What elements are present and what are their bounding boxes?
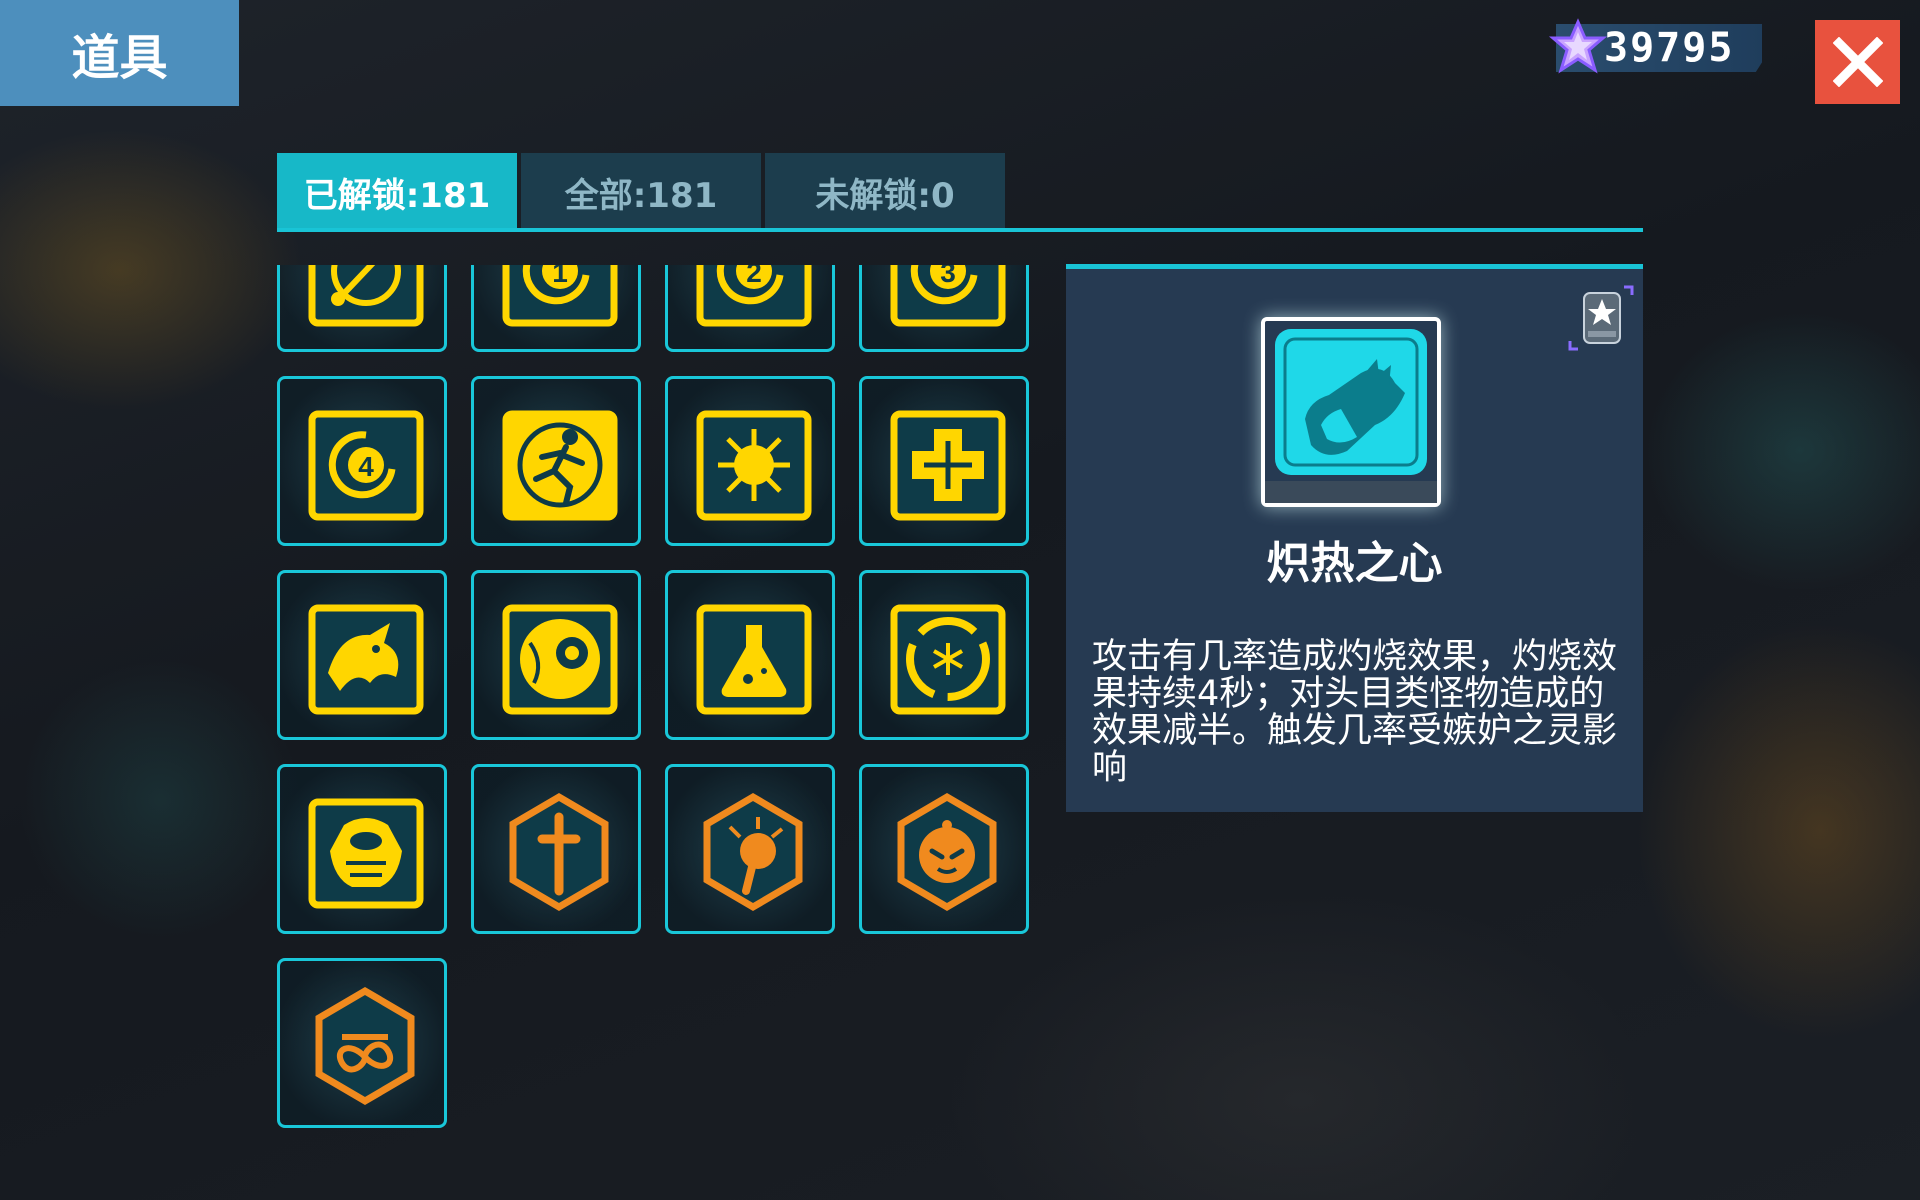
- armor-torso-icon: [308, 798, 424, 909]
- detail-item-frame: [1261, 317, 1441, 507]
- detail-item-name: 炽热之心: [1266, 538, 1443, 589]
- purple-star-gem-icon: [1548, 18, 1608, 74]
- item-slot[interactable]: [471, 570, 641, 740]
- snowflake-swirl-icon: [890, 604, 1006, 715]
- item-slot[interactable]: [277, 764, 447, 934]
- item-slot[interactable]: [665, 376, 835, 546]
- cross-plus-icon: [890, 410, 1006, 521]
- item-slot[interactable]: [277, 958, 447, 1128]
- item-slot[interactable]: [471, 376, 641, 546]
- burning-heart-icon: [1265, 329, 1437, 503]
- ring-number-2-icon: 2: [696, 265, 812, 327]
- tab-underline: [277, 228, 1643, 232]
- ring-number-label: 4: [358, 451, 374, 482]
- item-slot[interactable]: [859, 570, 1029, 740]
- demon-face-hexagon-icon: [897, 792, 997, 912]
- close-button[interactable]: [1815, 20, 1900, 104]
- detail-item-description: 攻击有几率造成灼烧效果，灼烧效果持续4秒；对头目类怪物造成的效果减半。触发几率受…: [1092, 637, 1618, 788]
- tab-all[interactable]: 全部:181: [521, 153, 761, 231]
- star-badge-icon: [1568, 285, 1634, 351]
- running-figure-icon: [502, 410, 618, 521]
- tab-unlocked[interactable]: 已解锁:181: [277, 153, 517, 231]
- ring-number-1-icon: 1: [502, 265, 618, 327]
- item-slot[interactable]: [859, 376, 1029, 546]
- item-slot[interactable]: [665, 570, 835, 740]
- comet-ring-icon: [308, 265, 424, 327]
- infinity-hexagon-icon: [315, 986, 415, 1106]
- tab-locked[interactable]: 未解锁:0: [765, 153, 1005, 231]
- potion-flask-icon: [696, 604, 812, 715]
- eyeball-icon: [502, 604, 618, 715]
- item-slot[interactable]: [277, 265, 447, 352]
- item-grid: 1 2 3 4: [277, 265, 1037, 1165]
- ring-number-label: 3: [940, 265, 956, 288]
- item-slot[interactable]: [471, 764, 641, 934]
- ring-number-label: 1: [552, 265, 568, 288]
- page-title: 道具: [0, 0, 239, 106]
- item-slot[interactable]: [665, 764, 835, 934]
- item-slot[interactable]: 4: [277, 376, 447, 546]
- currency-value: 39795: [1604, 25, 1735, 71]
- item-slot[interactable]: 1: [471, 265, 641, 352]
- item-slot[interactable]: [859, 764, 1029, 934]
- sun-burst-icon: [696, 410, 812, 521]
- ring-number-3-icon: 3: [890, 265, 1006, 327]
- sword-hexagon-icon: [509, 792, 609, 912]
- fist-hexagon-icon: [703, 792, 803, 912]
- item-slot[interactable]: 3: [859, 265, 1029, 352]
- item-detail-panel: 炽热之心 攻击有几率造成灼烧效果，灼烧效果持续4秒；对头目类怪物造成的效果减半。…: [1066, 264, 1643, 812]
- close-icon: [1832, 37, 1883, 87]
- ring-number-label: 2: [746, 265, 762, 288]
- item-slot[interactable]: 2: [665, 265, 835, 352]
- item-slot[interactable]: [277, 570, 447, 740]
- dragon-icon: [308, 604, 424, 715]
- ring-number-4-icon: 4: [308, 410, 424, 521]
